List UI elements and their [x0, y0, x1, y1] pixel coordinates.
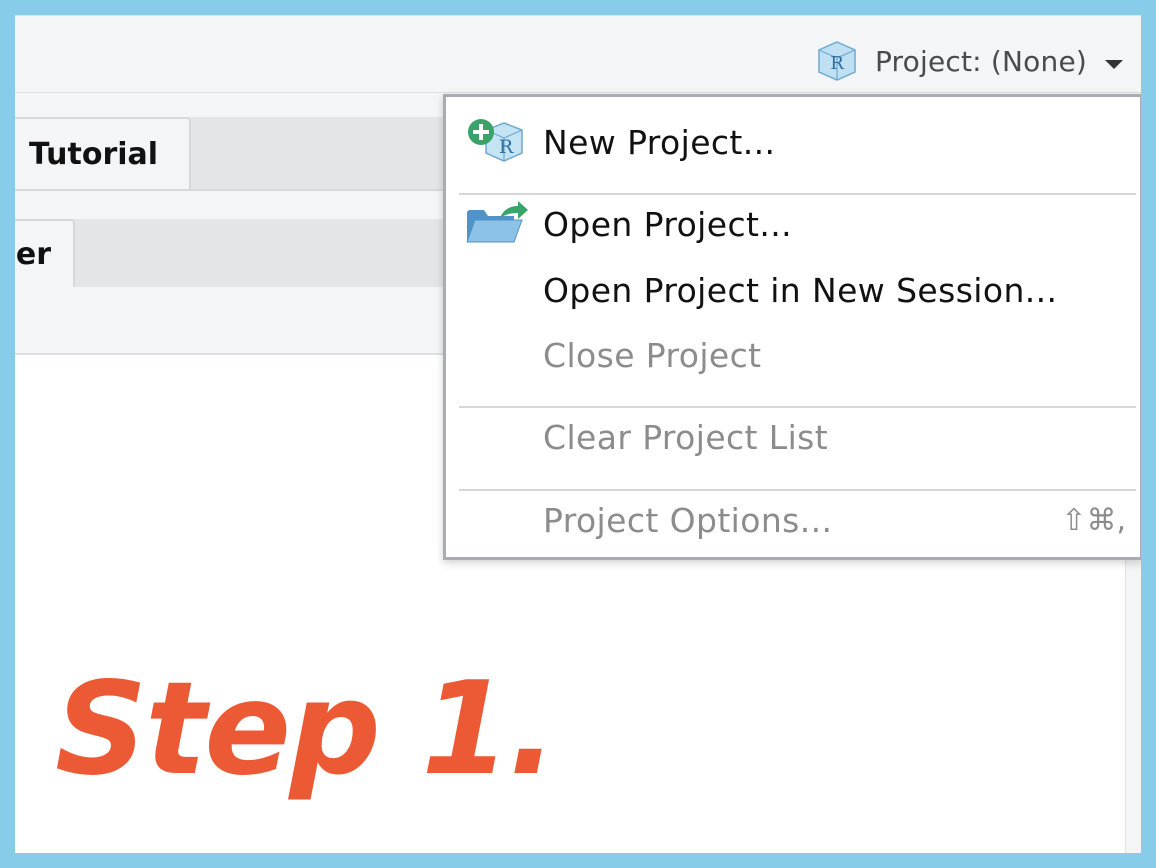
- top-toolbar: R Project: (None): [15, 15, 1141, 94]
- shortcut-project-options: ⇧⌘,: [1061, 502, 1126, 538]
- menu-label-open-project: Open Project...: [543, 204, 793, 244]
- menu-label-close-project: Close Project: [543, 335, 762, 375]
- step-annotation: Step 1.: [55, 655, 557, 804]
- tab-tutorial-label: Tutorial: [29, 136, 159, 172]
- menu-label-new-project: New Project...: [543, 122, 776, 162]
- rstudio-window: R Project: (None) Tutorial er Step 1. R: [15, 15, 1141, 853]
- tab-bar-top: Tutorial: [15, 117, 455, 191]
- tab-bar-bottom: er: [15, 219, 455, 287]
- menu-item-clear-project-list[interactable]: Clear Project List: [446, 407, 1140, 467]
- tab-tutorial[interactable]: Tutorial: [15, 117, 191, 189]
- menu-label-open-project-new-session: Open Project in New Session...: [543, 270, 1058, 310]
- tab-partial[interactable]: er: [15, 219, 75, 287]
- svg-text:R: R: [499, 136, 514, 158]
- menu-item-open-project-new-session[interactable]: Open Project in New Session...: [446, 260, 1140, 320]
- menu-item-new-project[interactable]: R New Project...: [446, 112, 1140, 172]
- project-dropdown-menu: R New Project... Open Project... Open Pr…: [443, 94, 1141, 560]
- chevron-down-icon: [1105, 59, 1123, 69]
- menu-item-project-options[interactable]: Project Options... ⇧⌘,: [446, 490, 1140, 550]
- new-project-icon: R: [468, 119, 523, 162]
- tab-partial-label: er: [15, 236, 51, 272]
- open-folder-icon: [466, 201, 528, 243]
- menu-item-open-project[interactable]: Open Project...: [446, 194, 1140, 254]
- project-label: Project: (None): [874, 44, 1087, 78]
- menu-label-clear-project-list: Clear Project List: [543, 417, 829, 457]
- r-project-cube-icon: R: [818, 41, 856, 81]
- svg-text:R: R: [830, 53, 844, 74]
- project-menu-button[interactable]: R Project: (None): [815, 38, 1123, 84]
- menu-label-project-options: Project Options...: [543, 500, 833, 540]
- menu-item-close-project[interactable]: Close Project: [446, 325, 1140, 385]
